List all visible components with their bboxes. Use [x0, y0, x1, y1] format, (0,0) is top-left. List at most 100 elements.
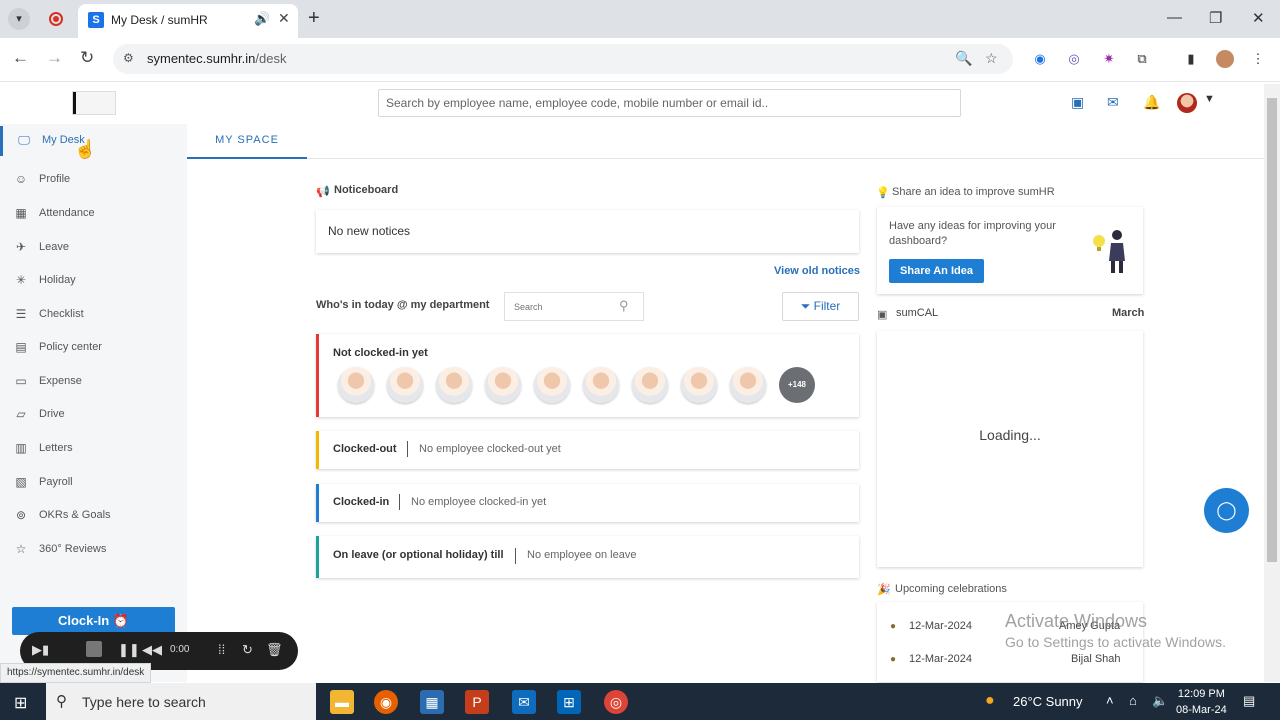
user-avatar[interactable] — [1177, 93, 1197, 113]
employee-avatar[interactable] — [387, 367, 423, 403]
weather-text[interactable]: 26°C Sunny — [1013, 694, 1083, 709]
powerpoint-icon[interactable]: P — [465, 690, 489, 714]
document-icon: ▤ — [15, 340, 27, 354]
lightbulb-icon: 💡 — [876, 187, 890, 199]
sidebar-item-letters[interactable]: ▥ Letters — [0, 434, 187, 464]
sidebar-item-checklist[interactable]: ☰ Checklist — [0, 300, 187, 330]
sidebar-item-okrs-goals[interactable]: ⊚ OKRs & Goals — [0, 501, 187, 531]
filter-button[interactable]: ⏷ Filter — [782, 292, 859, 321]
site-info-icon[interactable]: ⚙ — [123, 51, 134, 65]
clocked-out-message: No employee clocked-out yet — [419, 443, 561, 455]
rewind-icon[interactable]: ◀◀ — [142, 642, 162, 658]
employee-avatar[interactable] — [485, 367, 521, 403]
mail-app-icon[interactable]: ✉ — [512, 690, 536, 714]
sun-icon: ● — [985, 692, 995, 709]
sidebar-item-leave[interactable]: ✈ Leave — [0, 233, 187, 263]
chrome-icon[interactable]: ◎ — [604, 690, 628, 714]
idea-description: Have any ideas for improving your dashbo… — [889, 220, 1056, 247]
view-old-notices-link[interactable]: View old notices — [774, 265, 860, 277]
tab-my-space[interactable]: MY SPACE — [187, 124, 307, 159]
back-icon[interactable]: ← — [12, 48, 29, 68]
notifications-icon[interactable]: ▤ — [1243, 693, 1255, 709]
notification-bell-icon[interactable]: 🔔 — [1143, 94, 1160, 111]
sidebar-item-drive[interactable]: ▱ Drive — [0, 400, 187, 430]
search-icon: ⚲ — [56, 693, 67, 710]
cake-icon: ● — [890, 654, 897, 665]
restore-icon[interactable]: ❐ — [1209, 9, 1222, 27]
speaker-icon[interactable]: 🔊 — [254, 11, 270, 27]
sidebar-item-label: Expense — [39, 375, 82, 387]
activate-windows-subtitle: Go to Settings to activate Windows. — [1005, 634, 1226, 650]
profile-avatar[interactable] — [1216, 50, 1234, 68]
sidebar-item-holiday[interactable]: ✳ Holiday — [0, 266, 187, 296]
pause-icon[interactable]: ❚❚ — [118, 642, 140, 658]
trash-icon[interactable]: 🗑 — [266, 642, 283, 658]
chat-support-button[interactable]: ◯ — [1204, 488, 1249, 533]
search-icon[interactable]: ⚲ — [619, 298, 629, 314]
calculator-icon[interactable]: ▦ — [420, 690, 444, 714]
page-scrollbar[interactable] — [1264, 84, 1280, 682]
more-employees-badge[interactable]: +148 — [779, 367, 815, 403]
mail-icon[interactable]: ✉ — [1107, 94, 1119, 111]
wallet-icon: ▭ — [15, 374, 27, 388]
employee-avatar[interactable] — [583, 367, 619, 403]
grid-icon[interactable]: ⁞⁞ — [218, 642, 225, 657]
sidebar-item-expense[interactable]: ▭ Expense — [0, 367, 187, 397]
volume-icon[interactable]: 🔈 — [1152, 693, 1168, 709]
new-tab-icon[interactable]: + — [308, 7, 320, 30]
camera-icon[interactable]: ▶▮ — [32, 642, 49, 658]
share-idea-button[interactable]: Share An Idea — [889, 259, 984, 283]
extensions-icon[interactable]: ⧉ — [1133, 50, 1151, 68]
close-tab-icon[interactable]: ✕ — [278, 10, 290, 27]
employee-avatar[interactable] — [681, 367, 717, 403]
employee-avatar[interactable] — [632, 367, 668, 403]
bookmark-star-icon[interactable]: ☆ — [985, 50, 998, 67]
reload-icon[interactable]: ↻ — [80, 48, 94, 68]
clock-in-button[interactable]: Clock-In ⏰ — [12, 607, 175, 635]
side-panel-icon[interactable]: ▮ — [1182, 50, 1200, 68]
url-text[interactable]: symentec.sumhr.in/desk — [147, 51, 286, 66]
employee-avatar[interactable] — [534, 367, 570, 403]
extension-camera-icon[interactable]: ◎ — [1065, 50, 1083, 68]
scrollbar-thumb[interactable] — [1267, 98, 1277, 562]
clocked-in-card: Clocked-in No employee clocked-in yet — [316, 484, 859, 522]
sidebar-item-policy-center[interactable]: ▤ Policy center — [0, 333, 187, 363]
sidebar: 🖵 My Desk ☺ Profile ▦ Attendance ✈ Leave… — [0, 124, 187, 682]
tab-search-icon[interactable]: ▾ — [8, 8, 30, 30]
employee-avatar[interactable] — [436, 367, 472, 403]
browser-menu-icon[interactable]: ⋮ — [1249, 50, 1267, 68]
minimize-icon[interactable]: — — [1167, 9, 1182, 26]
sidebar-item-profile[interactable]: ☺ Profile — [0, 165, 187, 195]
company-logo[interactable] — [72, 91, 116, 115]
taskbar-clock[interactable]: 12:09 PM 08-Mar-24 — [1176, 686, 1227, 718]
omnibox[interactable]: ⚙ symentec.sumhr.in/desk 🔍 ☆ — [113, 44, 1013, 74]
zoom-icon[interactable]: 🔍 — [955, 50, 972, 67]
taskbar-search-text: Type here to search — [82, 694, 206, 710]
sidebar-item-360-reviews[interactable]: ☆ 360° Reviews — [0, 535, 187, 565]
close-window-icon[interactable]: ✕ — [1252, 9, 1265, 27]
windows-start-icon[interactable]: ⊞ — [14, 693, 27, 713]
sidebar-item-label: Profile — [39, 173, 71, 185]
browser-tab[interactable]: S My Desk / sumHR 🔊 ✕ — [78, 4, 298, 38]
sumcal-month[interactable]: March — [1112, 307, 1144, 319]
forward-icon[interactable]: → — [46, 48, 63, 68]
stop-icon[interactable] — [86, 641, 102, 657]
restart-icon[interactable]: ↻ — [242, 642, 253, 658]
chevron-up-icon[interactable]: ˄ — [1106, 693, 1114, 708]
file-explorer-icon[interactable]: ▬ — [330, 690, 354, 714]
firefox-icon[interactable]: ◉ — [374, 690, 398, 714]
payslip-icon[interactable]: ▣ — [1071, 94, 1084, 111]
chevron-down-icon[interactable]: ▼ — [1204, 93, 1215, 105]
employee-avatar[interactable] — [730, 367, 766, 403]
extension-puzzle-color-icon[interactable]: ✷ — [1100, 50, 1118, 68]
store-icon[interactable]: ⊞ — [557, 690, 581, 714]
global-search-input[interactable] — [378, 89, 961, 117]
sidebar-item-payroll[interactable]: ▧ Payroll — [0, 468, 187, 498]
extension-screen-icon[interactable]: ◉ — [1031, 50, 1049, 68]
sparkle-icon: ✳ — [15, 273, 27, 287]
sidebar-item-attendance[interactable]: ▦ Attendance — [0, 199, 187, 229]
taskbar-search[interactable]: ⚲ Type here to search — [46, 683, 316, 720]
network-icon[interactable]: ⌂ — [1129, 693, 1137, 708]
employee-avatar[interactable] — [338, 367, 374, 403]
recording-icon[interactable] — [49, 12, 63, 26]
